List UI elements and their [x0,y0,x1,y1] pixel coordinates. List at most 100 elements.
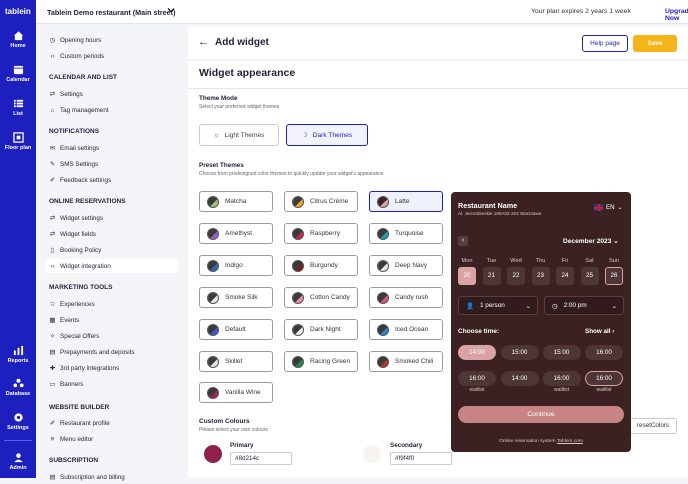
time-slot[interactable]: 16:00 [585,345,623,360]
sidebar-item-label: Widget integration [60,262,111,270]
sidebar-item-subscription-billing[interactable]: ▤ Subscription and billing [49,470,179,484]
theme-name: Indigo [225,262,243,269]
sidebar-item-widget-settings[interactable]: ⇄ Widget settings [49,211,179,225]
preset-theme-option[interactable]: Racing Green [284,351,358,372]
calendar-day[interactable]: 20 [458,267,476,285]
preset-theme-option[interactable]: Smoked Chili [369,351,443,372]
sidebar-item-menu-editor[interactable]: ≡ Menu editor [49,432,179,446]
language-selector[interactable]: EN ⌄ [594,204,623,211]
sidebar-item-tag-management[interactable]: ⌂ Tag management [49,103,179,117]
reset-colors-button[interactable]: resetColors [629,418,677,434]
sidebar-item-settings[interactable]: ⇄ Settings [49,87,179,101]
sidebar-item-feedback-settings[interactable]: ✐ Feedback settings [49,173,179,187]
rail-item-floor-plan[interactable]: Floor plan [0,132,36,151]
preset-theme-option[interactable]: Latte [369,191,443,212]
preset-theme-option[interactable]: Cotton Candy [284,287,358,308]
restaurant-selector[interactable]: Tablein Demo restaurant (Main street) [47,8,175,17]
calendar-day[interactable]: 26 [605,267,623,285]
sidebar-item-custom-periods[interactable]: ‹› Custom periods [49,49,179,63]
sidebar-item-experiences[interactable]: ✩ Experiences [49,297,179,311]
sidebar-item-prepayments[interactable]: ▤ Prepayments and deposits [49,345,179,359]
theme-name: Deep Navy [395,262,428,269]
time-slot[interactable]: 15:00 [500,345,539,360]
sidebar-item-banners[interactable]: ▭ Banners [49,377,179,391]
sidebar-item-events[interactable]: ▦ Events [49,313,179,327]
sidebar-item-email-settings[interactable]: ✉ Email settings [49,141,179,155]
dark-themes-button[interactable]: ☽ Dark Themes [286,124,368,146]
preset-theme-option[interactable]: Deep Navy [369,255,443,276]
continue-button[interactable]: Continue [458,406,624,423]
preset-theme-option[interactable]: Amethyst [199,223,273,244]
chevron-down-icon[interactable] [166,5,176,15]
preset-theme-option[interactable]: Candy rush [369,287,443,308]
theme-name: Candy rush [395,294,429,301]
preset-theme-option[interactable]: Skillet [199,351,273,372]
preview-restaurant-name: Restaurant Name [458,201,518,210]
rail-item-list[interactable]: List [0,98,36,117]
preset-theme-option[interactable]: Matcha [199,191,273,212]
preset-theme-option[interactable]: Iced Ocean [369,319,443,340]
primary-colour-swatch[interactable] [204,445,222,463]
time-slot[interactable]: 14:00 [500,371,539,386]
sidebar-item-special-offers[interactable]: ✧ Special Offers [49,329,179,343]
time-slot[interactable]: 16:00 [542,371,581,386]
secondary-colour-input[interactable]: #f9f4f0 [390,452,452,465]
light-themes-button[interactable]: ☼ Light Themes [199,124,279,146]
day-of-week-label: Sun [609,258,619,264]
time-select[interactable]: ◷ 2:00 pm ⌄ [544,296,624,315]
preset-theme-option[interactable]: Default [199,319,273,340]
sidebar-item-booking-policy[interactable]: ▯ Booking Policy [49,243,179,257]
preset-theme-option[interactable]: Dark Night [284,319,358,340]
theme-swatch-icon [292,323,304,336]
preset-theme-option[interactable]: Citrus Crème [284,191,358,212]
save-button[interactable]: Save [633,35,677,52]
secondary-colour-swatch[interactable] [363,445,381,463]
theme-swatch-icon [207,355,219,368]
rail-item-reports[interactable]: Reports [0,345,36,364]
preset-theme-option[interactable]: Turquoise [369,223,443,244]
preset-themes-sub: Choose from predesigned color themes to … [199,171,384,177]
sidebar-item-opening-hours[interactable]: ◷ Opening hours [49,33,179,47]
upgrade-link[interactable]: Upgrade Now [665,8,688,22]
preset-theme-option[interactable]: Vanilla Wine [199,382,273,403]
edit-icon: ✐ [49,420,56,427]
custom-colours-label: Custom Colours [199,418,250,425]
preset-theme-option[interactable]: Raspberry [284,223,358,244]
rail-item-settings[interactable]: Settings [0,412,36,431]
month-selector[interactable]: December 2023 ⌄ [563,237,619,245]
calendar-day[interactable]: 23 [531,267,550,285]
tablein-link[interactable]: Tablein.com [557,439,583,444]
back-arrow-icon[interactable]: ← [198,36,209,48]
sidebar-item-widget-integration[interactable]: ‹› Widget integration [45,259,178,273]
mail-icon: ✉ [49,145,56,152]
time-slot[interactable]: 15:00 [542,345,581,360]
calendar-day[interactable]: 21 [482,267,501,285]
sidebar-item-restaurant-profile[interactable]: ✐ Restaurant profile [49,416,179,430]
time-slot[interactable]: 16:00 [458,371,496,386]
dark-themes-label: Dark Themes [312,131,353,139]
time-slot[interactable]: 14:00 [458,345,496,360]
time-slot[interactable]: 16:00 [585,371,623,386]
rail-item-admin[interactable]: Admin [0,452,36,471]
prev-week-button[interactable]: ‹ [458,236,468,246]
calendar-day[interactable]: 24 [556,267,574,285]
rail-item-home[interactable]: Home [0,30,36,49]
theme-swatch-icon [292,227,304,240]
show-all-link[interactable]: Show all › [585,328,614,335]
calendar-day[interactable]: 25 [580,267,599,285]
sidebar-item-widget-fields[interactable]: ⇄ Widget fields [49,227,179,241]
help-page-button[interactable]: Help page [582,35,628,52]
theme-swatch-icon [377,291,389,304]
preset-theme-option[interactable]: Smoke Silk [199,287,273,308]
custom-colours-sub: Please select your own colours [199,427,268,433]
primary-colour-input[interactable]: #8d214c [230,452,292,465]
preset-theme-option[interactable]: Burgundy [284,255,358,276]
party-size-select[interactable]: 👤 1 person ⌄ [458,296,538,315]
calendar-day[interactable]: 22 [507,267,525,285]
rail-item-database[interactable]: Database [0,378,36,397]
preset-theme-option[interactable]: Indigo [199,255,273,276]
rail-item-calendar[interactable]: Calendar [0,64,36,83]
sidebar-item-sms-settings[interactable]: ✎ SMS Settings [49,157,179,171]
theme-swatch-icon [292,195,304,208]
sidebar-item-integrations[interactable]: ✚ 3rd party integrations [49,361,179,375]
